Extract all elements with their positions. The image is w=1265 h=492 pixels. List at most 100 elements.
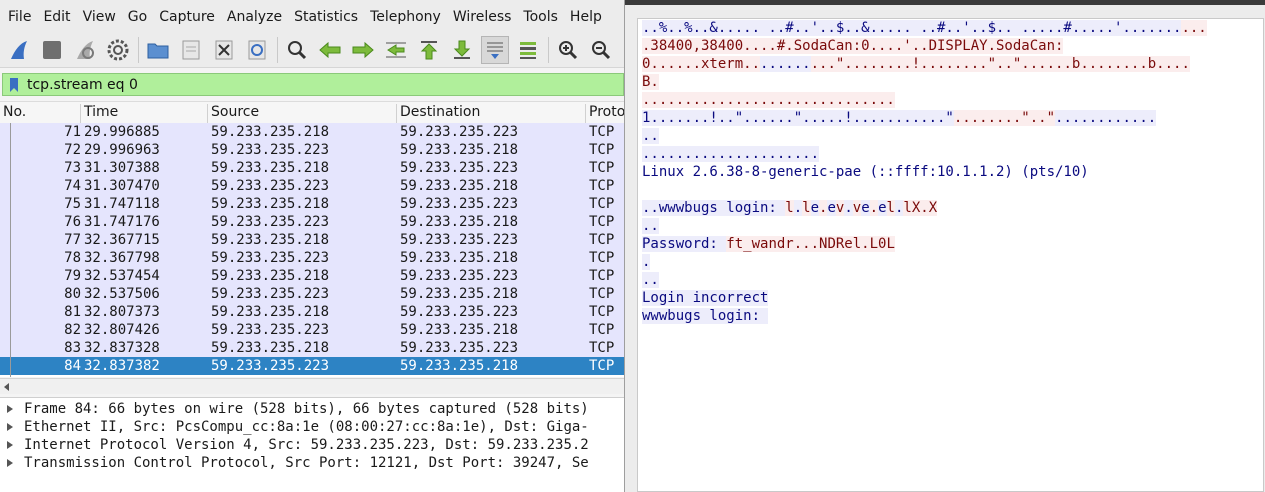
menu-tools[interactable]: Tools xyxy=(519,9,562,25)
cell-source: 59.233.235.223 xyxy=(211,142,330,158)
gear-options-icon[interactable] xyxy=(104,36,132,64)
table-row[interactable]: 82 32.807426 59.233.235.223 59.233.235.218 T… xyxy=(0,321,624,339)
conversation-line xyxy=(10,123,11,377)
cell-time: 31.747176 xyxy=(84,214,160,230)
detail-tree-label: Transmission Control Protocol, Src Port:… xyxy=(24,455,589,471)
client-text: .. xyxy=(642,128,659,144)
packet-details-pane[interactable]: Frame 84: 66 bytes on wire (528 bits), 6… xyxy=(0,397,624,492)
menu-statistics[interactable]: Statistics xyxy=(290,9,362,25)
go-back-arrow-icon[interactable] xyxy=(316,36,344,64)
cell-source: 59.233.235.218 xyxy=(211,268,330,284)
last-packet-icon[interactable] xyxy=(448,36,476,64)
stream-line: ..................... xyxy=(642,145,820,163)
first-packet-icon[interactable] xyxy=(415,36,443,64)
cell-no: 77 xyxy=(64,232,81,248)
stream-content[interactable]: ..%..%..&..... ..#..'..$..&..... ..#..'.… xyxy=(637,18,1264,492)
save-file-icon[interactable] xyxy=(177,36,205,64)
detail-tree-item[interactable]: Internet Protocol Version 4, Src: 59.233… xyxy=(0,436,624,454)
table-row[interactable]: 73 31.307388 59.233.235.218 59.233.235.223 T… xyxy=(0,159,624,177)
server-text: .38400,38400....#.SodaCan:0....'..DISPLA… xyxy=(642,38,1064,54)
colorize-icon[interactable] xyxy=(514,36,542,64)
go-forward-arrow-icon[interactable] xyxy=(349,36,377,64)
cell-source: 59.233.235.223 xyxy=(211,322,330,338)
table-row[interactable]: 83 32.837328 59.233.235.218 59.233.235.223 T… xyxy=(0,339,624,357)
packet-list[interactable]: 71 29.996885 59.233.235.218 59.233.235.223 T… xyxy=(0,123,624,377)
zoom-out-icon[interactable] xyxy=(587,36,615,64)
table-row[interactable]: 77 32.367715 59.233.235.218 59.233.235.223 T… xyxy=(0,231,624,249)
menu-help[interactable]: Help xyxy=(566,9,606,25)
bookmark-icon[interactable] xyxy=(7,76,21,93)
toolbar-separator xyxy=(277,37,278,63)
stop-square-icon[interactable] xyxy=(38,36,66,64)
detail-tree-item[interactable]: Frame 84: 66 bytes on wire (528 bits), 6… xyxy=(0,400,624,418)
server-text: ... xyxy=(1181,20,1207,36)
table-row[interactable]: 76 31.747176 59.233.235.223 59.233.235.218 T… xyxy=(0,213,624,231)
restart-fin-icon[interactable] xyxy=(71,36,99,64)
go-to-packet-icon[interactable] xyxy=(382,36,410,64)
display-filter-input[interactable]: tcp.stream eq 0 xyxy=(27,77,138,93)
reload-icon[interactable] xyxy=(243,36,271,64)
find-magnifier-icon[interactable] xyxy=(283,36,311,64)
column-header-source[interactable]: Source xyxy=(208,104,397,124)
expand-arrow-icon[interactable] xyxy=(6,422,14,432)
menu-bar: File Edit View Go Capture Analyze Statis… xyxy=(0,0,624,33)
detail-tree-label: Frame 84: 66 bytes on wire (528 bits), 6… xyxy=(24,401,589,417)
cell-protocol: TCP xyxy=(589,124,615,140)
menu-go[interactable]: Go xyxy=(124,9,151,25)
expand-arrow-icon[interactable] xyxy=(6,404,14,414)
cell-protocol: TCP xyxy=(589,160,615,176)
shark-fin-start-icon[interactable] xyxy=(5,36,33,64)
cell-source: 59.233.235.218 xyxy=(211,304,330,320)
autoscroll-icon[interactable] xyxy=(481,36,509,64)
menu-view[interactable]: View xyxy=(79,9,120,25)
column-header-protocol[interactable]: Proto xyxy=(586,104,624,124)
stream-line: B. xyxy=(642,73,659,91)
detail-tree-item[interactable]: Transmission Control Protocol, Src Port:… xyxy=(0,454,624,472)
column-header-no[interactable]: No. xyxy=(0,104,81,124)
client-text: e xyxy=(827,200,836,216)
menu-wireless[interactable]: Wireless xyxy=(449,9,516,25)
menu-edit[interactable]: Edit xyxy=(39,9,74,25)
client-text: wwwbugs login: xyxy=(642,308,769,324)
table-row[interactable]: 78 32.367798 59.233.235.223 59.233.235.218 T… xyxy=(0,249,624,267)
cell-source: 59.233.235.223 xyxy=(211,250,330,266)
cell-no: 71 xyxy=(64,124,81,140)
cell-no: 78 xyxy=(64,250,81,266)
table-row-selected[interactable]: 84 32.837382 59.233.235.223 59.233.235.218 T… xyxy=(0,357,624,375)
table-row[interactable]: 75 31.747118 59.233.235.218 59.233.235.223 T… xyxy=(0,195,624,213)
menu-analyze[interactable]: Analyze xyxy=(223,9,286,25)
close-file-icon[interactable] xyxy=(210,36,238,64)
expand-arrow-icon[interactable] xyxy=(6,440,14,450)
table-row[interactable]: 72 29.996963 59.233.235.223 59.233.235.218 T… xyxy=(0,141,624,159)
table-row[interactable]: 80 32.537506 59.233.235.223 59.233.235.218 T… xyxy=(0,285,624,303)
open-folder-icon[interactable] xyxy=(144,36,172,64)
stream-line: wwwbugs login: xyxy=(642,307,769,325)
client-text: Login incorrect xyxy=(642,290,769,306)
cell-protocol: TCP xyxy=(589,322,615,338)
detail-tree-item[interactable]: Ethernet II, Src: PcsCompu_cc:8a:1e (08:… xyxy=(0,418,624,436)
detail-tree-label: Internet Protocol Version 4, Src: 59.233… xyxy=(24,437,589,453)
menu-telephony[interactable]: Telephony xyxy=(366,9,445,25)
cell-no: 83 xyxy=(64,340,81,356)
table-row[interactable]: 79 32.537454 59.233.235.218 59.233.235.223 T… xyxy=(0,267,624,285)
cell-protocol: TCP xyxy=(589,268,615,284)
cell-destination: 59.233.235.223 xyxy=(400,196,519,212)
server-text: l xyxy=(785,200,794,216)
stream-line: . xyxy=(642,253,651,271)
scroll-left-arrow-icon[interactable] xyxy=(2,381,12,392)
zoom-in-icon[interactable] xyxy=(554,36,582,64)
table-row[interactable]: 71 29.996885 59.233.235.218 59.233.235.223 T… xyxy=(0,123,624,141)
stream-line: .. xyxy=(642,271,659,289)
menu-file[interactable]: File xyxy=(4,9,35,25)
column-header-destination[interactable]: Destination xyxy=(397,104,586,124)
cell-time: 32.807373 xyxy=(84,304,160,320)
column-header-time[interactable]: Time xyxy=(81,104,208,124)
main-toolbar xyxy=(0,33,624,68)
table-row[interactable]: 81 32.807373 59.233.235.218 59.233.235.223 T… xyxy=(0,303,624,321)
menu-capture[interactable]: Capture xyxy=(155,9,219,25)
expand-arrow-icon[interactable] xyxy=(6,458,14,468)
display-filter-bar[interactable]: tcp.stream eq 0 xyxy=(2,73,624,96)
stream-line: .. xyxy=(642,127,659,145)
horizontal-scrollbar[interactable] xyxy=(0,378,624,394)
table-row[interactable]: 74 31.307470 59.233.235.223 59.233.235.218 T… xyxy=(0,177,624,195)
